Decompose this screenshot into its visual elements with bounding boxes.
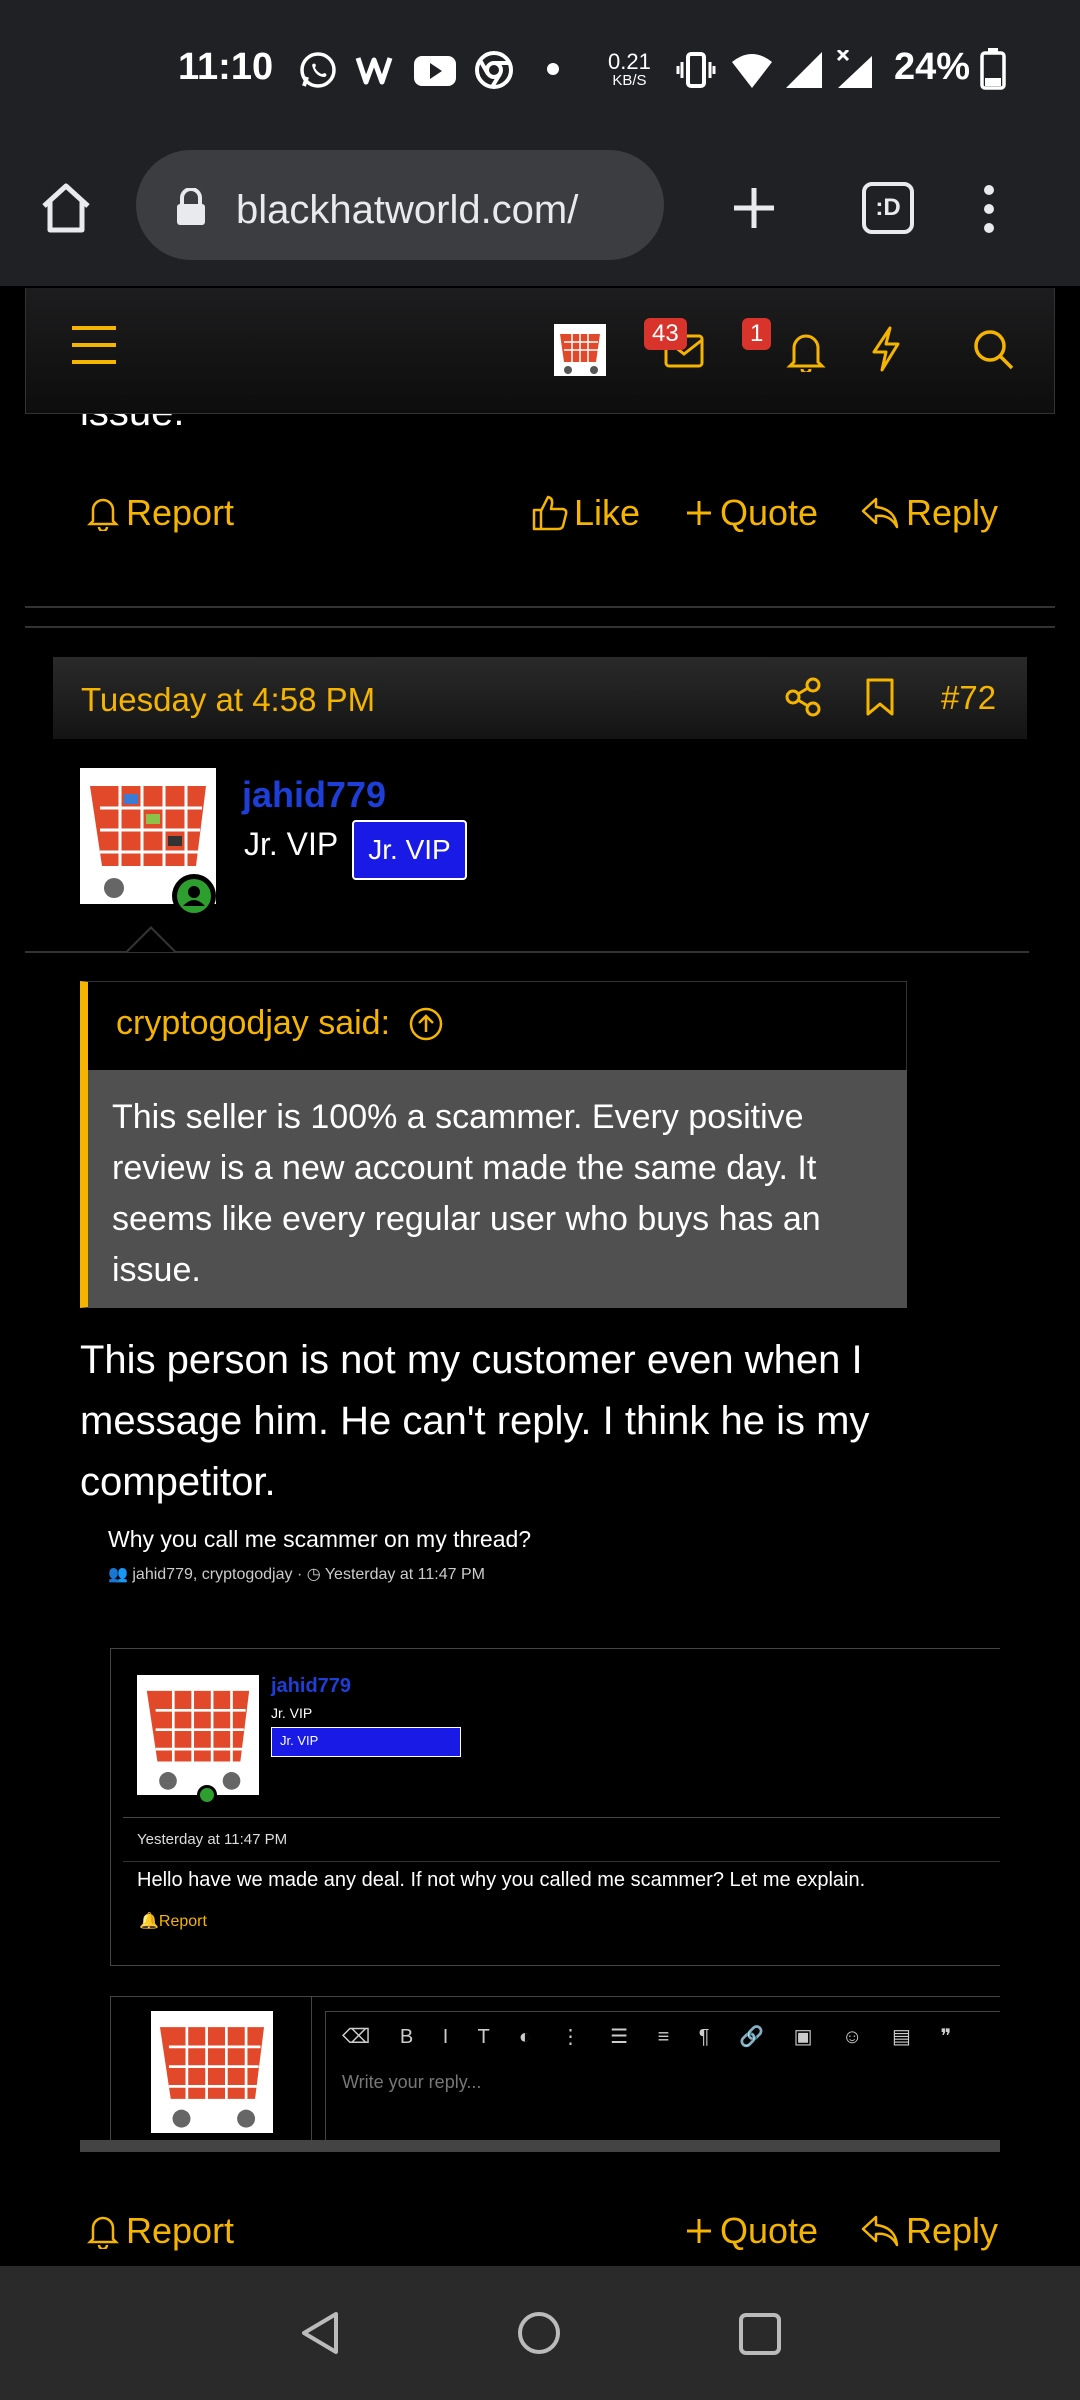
tab-switcher-button[interactable]: :D — [862, 182, 914, 234]
home-nav-icon[interactable] — [516, 2310, 562, 2356]
quote-block: cryptogodjay said: This seller is 100% a… — [80, 981, 907, 1308]
user-badge: Jr. VIP — [352, 820, 467, 880]
plus-icon — [687, 501, 711, 525]
alerts-count-badge: 1 — [742, 318, 772, 350]
post-message: This person is not my customer even when… — [80, 1338, 870, 1504]
reply-arrow-icon — [861, 497, 899, 529]
network-speed: 0.21 KB/S — [608, 49, 651, 90]
post-author-title: Jr. VIP — [244, 826, 339, 862]
user-avatar[interactable] — [554, 324, 606, 376]
embedded-post: jahid779 Jr. VIP Jr. VIP Yesterday at 11… — [110, 1648, 1000, 1966]
recents-icon[interactable] — [738, 2312, 782, 2356]
divider — [25, 606, 1055, 608]
embedded-reply-placeholder: Write your reply... — [342, 2072, 482, 2092]
url-text[interactable]: blackhatworld.com/ — [236, 188, 656, 233]
youtube-icon — [412, 50, 458, 90]
like-button[interactable]: Like — [530, 492, 640, 534]
embedded-post-time: Yesterday at 11:47 PM — [137, 1831, 288, 1848]
report-link[interactable]: Report — [86, 492, 234, 534]
whatsapp-icon — [298, 50, 338, 90]
thumbs-up-icon — [532, 495, 568, 531]
browser-toolbar: blackhatworld.com/ :D — [0, 140, 1080, 286]
divider — [25, 626, 1055, 628]
chrome-icon — [474, 50, 514, 90]
vibrate-icon — [676, 50, 716, 90]
signal-app-icon — [354, 50, 396, 90]
user-arrow-inner — [128, 929, 174, 952]
post-report-link[interactable]: Report — [86, 2210, 234, 2252]
address-bar[interactable]: blackhatworld.com/ — [136, 150, 664, 260]
lock-icon[interactable] — [174, 188, 208, 226]
embedded-reply-box: ⌫ B I T ◐ ⋮ ☰ ≡ ¶ 🔗 ▣ ☺ ▤ ❞ Write your r… — [110, 1996, 1000, 2152]
post-author-username[interactable]: jahid779 — [242, 774, 386, 816]
quote-author[interactable]: cryptogodjay said: — [116, 1004, 390, 1043]
post-reply-button[interactable]: Reply — [860, 2210, 998, 2252]
site-navbar: 43 1 — [25, 288, 1055, 414]
post-number[interactable]: #72 — [941, 679, 996, 717]
bookmark-icon[interactable] — [865, 677, 895, 717]
embedded-thread-title: Why you call me scammer on my thread? — [108, 1526, 532, 1552]
jump-up-icon — [409, 1007, 443, 1040]
embedded-user-title: Jr. VIP — [271, 1705, 313, 1721]
wifi-icon — [730, 50, 774, 90]
quote-text: This seller is 100% a scammer. Every pos… — [88, 1070, 907, 1308]
inbox-count-badge: 43 — [644, 318, 687, 350]
new-tab-icon[interactable] — [726, 180, 782, 236]
cell-signal-icon — [784, 50, 824, 90]
plus-icon — [687, 2219, 711, 2243]
back-icon[interactable] — [300, 2310, 340, 2356]
lightning-icon[interactable] — [870, 326, 902, 372]
cell-signal-x-icon — [832, 50, 876, 90]
embedded-user-badge: Jr. VIP — [271, 1727, 461, 1757]
embedded-reply-avatar — [151, 2011, 273, 2133]
more-menu-icon[interactable] — [982, 184, 996, 234]
home-icon[interactable] — [38, 180, 94, 236]
dot-icon — [546, 62, 560, 76]
embedded-online-icon — [197, 1785, 217, 1805]
divider — [25, 951, 1029, 953]
battery-percent: 24% — [894, 46, 971, 88]
battery-icon — [980, 48, 1006, 90]
reply-arrow-icon — [861, 2215, 899, 2247]
embedded-post-message: Hello have we made any deal. If not why … — [137, 1869, 866, 1891]
post-quote-button[interactable]: Quote — [684, 2210, 818, 2252]
post-header: Tuesday at 4:58 PM #72 — [53, 657, 1027, 739]
hamburger-menu-icon[interactable] — [70, 324, 118, 366]
clock-icon: ◷ — [306, 1566, 321, 1583]
bell-icon[interactable] — [786, 330, 826, 372]
embedded-editor: ⌫ B I T ◐ ⋮ ☰ ≡ ¶ 🔗 ▣ ☺ ▤ ❞ Write your r… — [325, 2011, 1000, 2152]
participants-icon: 👥 — [108, 1566, 128, 1583]
clock: 11:10 — [178, 46, 274, 88]
quote-button[interactable]: Quote — [684, 492, 818, 534]
bell-icon — [86, 498, 120, 531]
share-icon[interactable] — [785, 677, 823, 717]
embedded-username: jahid779 — [271, 1675, 352, 1697]
editor-toolbar-icons: ⌫ B I T ◐ ⋮ ☰ ≡ ¶ 🔗 ▣ ☺ ▤ ❞ — [342, 2026, 964, 2048]
embedded-scrollbar — [80, 2140, 1000, 2152]
post-date[interactable]: Tuesday at 4:58 PM — [81, 681, 375, 719]
online-status-icon — [172, 874, 216, 918]
search-icon[interactable] — [972, 328, 1014, 370]
embedded-thread-meta: 👥 jahid779, cryptogodjay · ◷ Yesterday a… — [108, 1566, 485, 1583]
embedded-avatar — [137, 1675, 259, 1795]
bell-icon — [86, 2216, 120, 2249]
system-nav-bar — [0, 2266, 1080, 2400]
embedded-report-link: 🔔Report — [139, 1913, 207, 1930]
attached-screenshot[interactable]: Why you call me scammer on my thread? 👥 … — [80, 1520, 1000, 2152]
quote-header[interactable]: cryptogodjay said: — [116, 1004, 444, 1043]
reply-button[interactable]: Reply — [860, 492, 998, 534]
status-bar: 11:10 0.21 KB/S 24% — [0, 0, 1080, 140]
